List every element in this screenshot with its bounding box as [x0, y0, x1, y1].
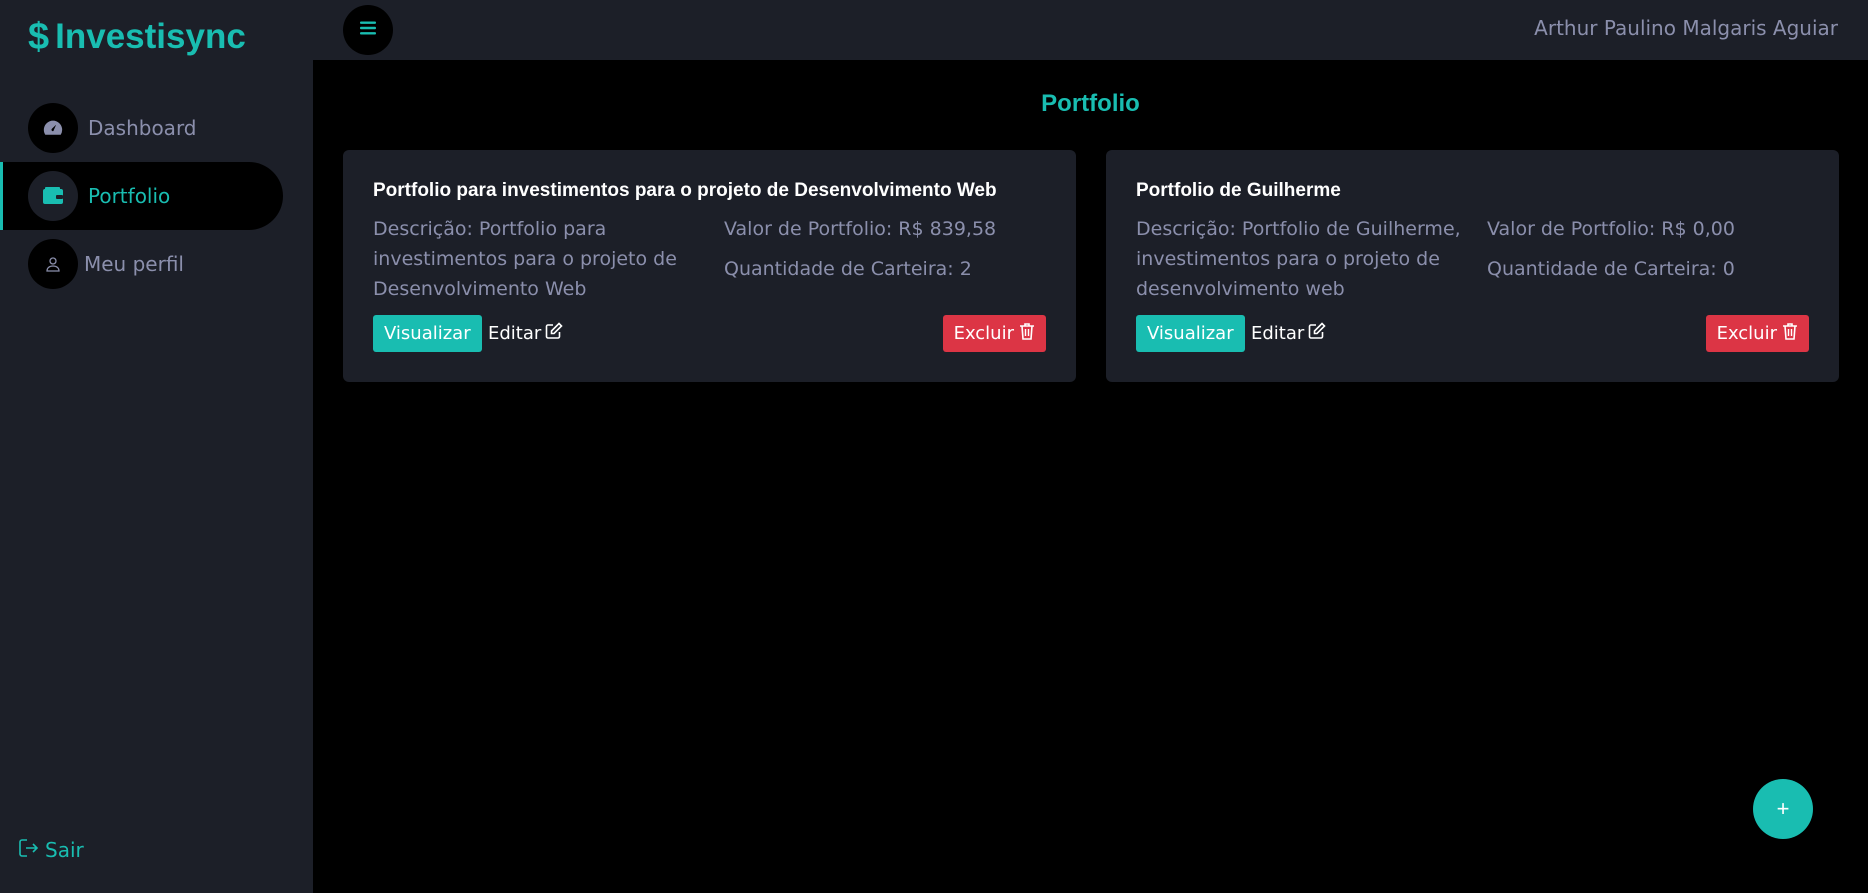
logout-label: Sair: [45, 838, 84, 862]
trash-icon: [1782, 322, 1798, 345]
delete-button[interactable]: Excluir: [1705, 315, 1809, 352]
delete-button[interactable]: Excluir: [942, 315, 1046, 352]
logout-icon: [19, 838, 39, 862]
sidebar-item-label: Portfolio: [88, 184, 171, 208]
speedometer-icon: [28, 103, 78, 153]
menu-toggle-button[interactable]: [343, 5, 393, 55]
view-button[interactable]: Visualizar: [1136, 315, 1245, 352]
edit-icon: [545, 322, 563, 345]
plus-icon: +: [1776, 796, 1790, 821]
edit-label: Editar: [1251, 323, 1305, 344]
hamburger-icon: [359, 20, 377, 41]
edit-label: Editar: [488, 323, 542, 344]
portfolio-title: Portfolio de Guilherme: [1136, 180, 1341, 201]
portfolio-description: Descrição: Portfolio para investimentos …: [373, 218, 677, 300]
topbar: Arthur Paulino Malgaris Aguiar: [313, 0, 1868, 60]
user-icon: [28, 239, 78, 289]
sidebar-item-portfolio[interactable]: Portfolio: [0, 162, 283, 230]
sidebar-item-dashboard[interactable]: Dashboard: [0, 94, 283, 162]
portfolio-description: Descrição: Portfolio de Guilherme, inves…: [1136, 218, 1461, 300]
trash-icon: [1019, 322, 1035, 345]
view-button[interactable]: Visualizar: [373, 315, 482, 352]
delete-label: Excluir: [953, 323, 1014, 344]
portfolio-wallet-count: Quantidade de Carteira: 2: [724, 258, 972, 280]
sidebar: $ Investisync Dashboard Portfolio Meu pe…: [0, 0, 313, 893]
page-title: Portfolio: [1041, 90, 1140, 117]
portfolio-wallet-count: Quantidade de Carteira: 0: [1487, 258, 1735, 280]
brand-name: Investisync: [55, 17, 246, 56]
portfolio-card: Portfolio para investimentos para o proj…: [343, 150, 1076, 382]
sidebar-item-meu-perfil[interactable]: Meu perfil: [0, 230, 283, 298]
add-portfolio-button[interactable]: +: [1753, 779, 1813, 839]
app-root: $ Investisync Dashboard Portfolio Meu pe…: [0, 0, 1868, 893]
sidebar-item-label: Meu perfil: [84, 252, 184, 276]
logout-button[interactable]: Sair: [19, 838, 84, 862]
edit-icon: [1308, 322, 1326, 345]
sidebar-item-label: Dashboard: [88, 116, 197, 140]
edit-button[interactable]: Editar: [488, 315, 563, 352]
portfolio-title: Portfolio para investimentos para o proj…: [373, 180, 997, 201]
brand-logo[interactable]: $ Investisync: [28, 13, 246, 61]
portfolio-value: Valor de Portfolio: R$ 0,00: [1487, 218, 1735, 240]
wallet-icon: [28, 171, 78, 221]
portfolio-stats: Valor de Portfolio: R$ 839,58 Quantidade…: [724, 214, 996, 294]
dollar-icon: $: [28, 15, 50, 58]
portfolio-card: Portfolio de Guilherme Descrição: Portfo…: [1106, 150, 1839, 382]
edit-button[interactable]: Editar: [1251, 315, 1326, 352]
portfolio-value: Valor de Portfolio: R$ 839,58: [724, 218, 997, 240]
user-name[interactable]: Arthur Paulino Malgaris Aguiar: [1534, 16, 1838, 40]
portfolio-stats: Valor de Portfolio: R$ 0,00 Quantidade d…: [1487, 214, 1735, 294]
delete-label: Excluir: [1716, 323, 1777, 344]
